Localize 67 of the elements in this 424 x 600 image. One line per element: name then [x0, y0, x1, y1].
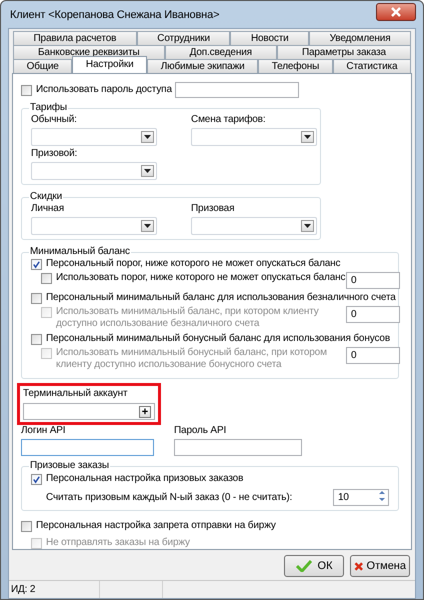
checkbox-label: Использовать порог, ниже которого не может опускаться баланс [56, 272, 346, 284]
tab[interactable]: Уведомления [309, 31, 411, 45]
field-label: Пароль API [174, 425, 228, 437]
checkbox-label: Персональная настройка запрета отправки на биржу [36, 520, 276, 532]
field-label: Призовой: [31, 148, 78, 160]
cancel-button[interactable]: Отмена [350, 555, 410, 577]
field-label: Логин API [21, 425, 66, 437]
window-title: Клиент <Корепанова Снежана Ивановна> [9, 8, 220, 20]
dropdown-arrow-icon [144, 224, 151, 228]
checkbox-label: Персональный минимальный баланс для использования безналичного счета [46, 292, 396, 304]
tab[interactable]: Настройки [72, 56, 148, 73]
checkbox-label: Использовать минимальный баланс, при котором клиенту доступно использование безналичного счета [56, 306, 320, 330]
checkbox[interactable] [31, 259, 42, 270]
input-field[interactable] [174, 439, 302, 456]
field-label: Обычный: [31, 114, 78, 126]
close-icon [391, 6, 401, 16]
checkbox-label: Использовать пароль доступа [36, 84, 172, 96]
group-title: Минимальный баланс [29, 246, 131, 258]
ok-button[interactable]: ОК [284, 555, 344, 577]
checkbox[interactable] [21, 85, 32, 96]
checkbox[interactable] [21, 521, 32, 532]
input-field[interactable] [21, 439, 154, 456]
tab[interactable]: Правила расчетов [13, 31, 137, 45]
dropdown-arrow-icon [144, 169, 151, 173]
field-label: Смена тарифов: [191, 114, 266, 126]
dropdown-arrow-icon [304, 135, 311, 139]
dropdown[interactable] [191, 217, 317, 235]
spin-field[interactable]: 10 [333, 489, 389, 506]
group-title: Тарифы [29, 102, 68, 114]
checkmark-icon [296, 560, 312, 572]
checkbox[interactable] [31, 293, 42, 304]
dropdown[interactable] [31, 128, 157, 146]
dropdown-arrow-icon [144, 135, 151, 139]
checkbox-label: Персональная настройка призовых заказов [46, 473, 244, 485]
tab[interactable]: Новости [230, 31, 310, 45]
checkbox[interactable] [41, 273, 52, 284]
terminal-account-field[interactable]: + [23, 403, 155, 420]
password-field[interactable] [175, 82, 299, 98]
close-button[interactable] [376, 2, 416, 20]
tab[interactable]: Телефоны [258, 59, 333, 73]
tab[interactable]: Параметры заказа [276, 45, 411, 59]
tab[interactable]: Любимые экипажи [147, 59, 258, 73]
field-label: Терминальный аккаунт [23, 388, 128, 400]
checkbox-label: Персональный порог, ниже которого не может опускаться баланс [46, 258, 340, 270]
count-label: Считать призовым каждый N-ый заказ (0 - не считать): [46, 492, 292, 504]
checkbox[interactable] [31, 334, 42, 345]
group-title: Скидки [29, 191, 64, 203]
checkbox-label: Персональный минимальный бонусный баланс для использования бонусов [46, 333, 390, 345]
number-field[interactable]: 0 [346, 272, 400, 289]
tab[interactable]: Общие [13, 59, 72, 73]
dropdown[interactable] [31, 162, 157, 180]
add-button[interactable]: + [139, 406, 151, 418]
checkbox[interactable] [31, 474, 42, 485]
dropdown[interactable] [31, 217, 157, 235]
checkbox-label: Использовать минимальный бонусный баланс, при котором клиенту доступно использование бонусного счета [56, 347, 328, 371]
field-label: Личная [31, 203, 65, 215]
status-text: ИД: 2 [9, 581, 100, 598]
dropdown-arrow-icon [304, 224, 311, 228]
tab[interactable]: Сотрудники [136, 31, 230, 45]
checkbox-label: Не отправлять заказы на биржу [46, 537, 190, 549]
dropdown[interactable] [191, 128, 317, 146]
spin-arrows-icon [378, 489, 386, 503]
group-title: Призовые заказы [29, 460, 110, 472]
field-label: Призовая [191, 203, 236, 215]
cross-icon [354, 560, 364, 572]
tab[interactable]: Доп.сведения [164, 45, 277, 59]
tab[interactable]: Статистика [332, 59, 411, 73]
